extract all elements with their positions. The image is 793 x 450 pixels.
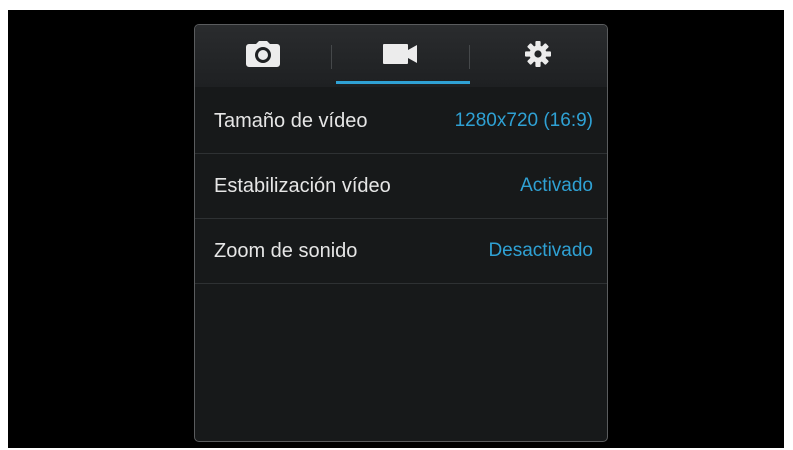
setting-label: Tamaño de vídeo: [214, 109, 368, 132]
gear-icon: [525, 40, 551, 72]
setting-video-stabilization[interactable]: Estabilización vídeo Activado: [195, 154, 607, 219]
selected-tab-indicator: [336, 81, 470, 84]
setting-value: Desactivado: [488, 240, 593, 261]
tab-video-settings[interactable]: [331, 25, 469, 87]
setting-value: 1280x720 (16:9): [454, 110, 593, 131]
setting-value: Activado: [520, 175, 593, 196]
settings-tab-bar: [195, 25, 607, 87]
tab-general-settings[interactable]: [469, 25, 607, 87]
video-camera-icon: [383, 43, 417, 69]
tab-photo-settings[interactable]: [195, 25, 331, 87]
camera-icon: [246, 40, 280, 72]
setting-label: Zoom de sonido: [214, 239, 358, 262]
settings-list: Tamaño de vídeo 1280x720 (16:9) Estabili…: [195, 89, 607, 284]
video-settings-panel: Tamaño de vídeo 1280x720 (16:9) Estabili…: [194, 24, 608, 442]
setting-label: Estabilización vídeo: [214, 174, 391, 197]
setting-audio-zoom[interactable]: Zoom de sonido Desactivado: [195, 219, 607, 284]
setting-video-size[interactable]: Tamaño de vídeo 1280x720 (16:9): [195, 89, 607, 154]
camera-screen: Tamaño de vídeo 1280x720 (16:9) Estabili…: [8, 10, 784, 448]
